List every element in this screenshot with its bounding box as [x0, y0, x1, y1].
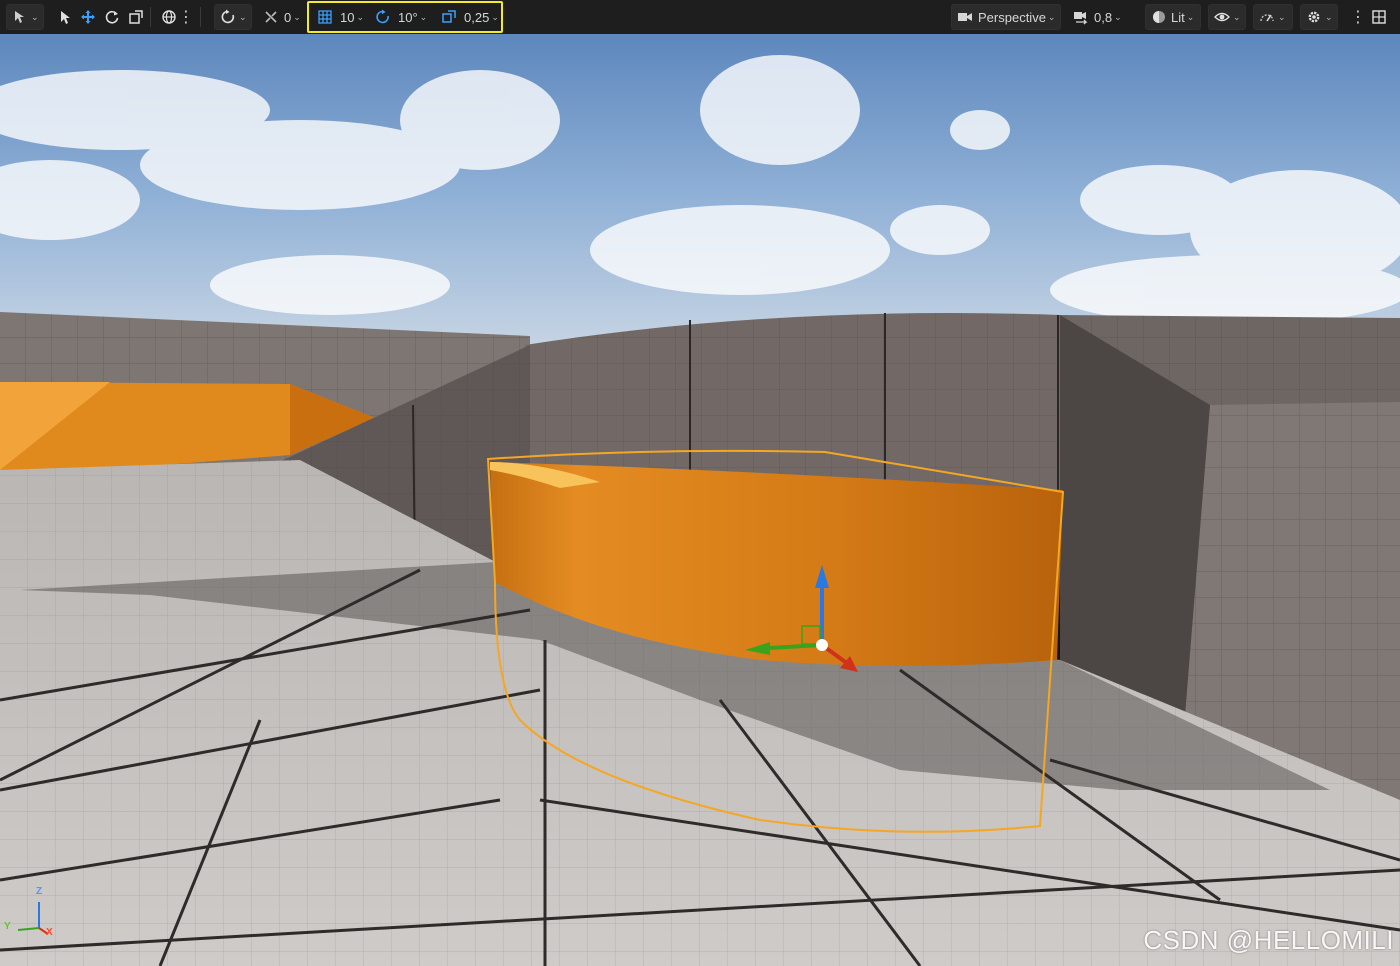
- rotation-snap-dropdown[interactable]: 10° ⌄: [370, 4, 431, 30]
- rotate-tool-button[interactable]: [99, 4, 125, 30]
- chevron-down-icon: ⌄: [1278, 11, 1286, 22]
- grid-snap-dropdown[interactable]: 10 ⌄: [312, 4, 368, 30]
- viewport-settings-dropdown[interactable]: ⌄: [1300, 4, 1338, 30]
- rotate-icon: [103, 8, 121, 26]
- grid-snap-icon: [316, 8, 334, 26]
- cursor-arrow-icon: [56, 8, 74, 26]
- axis-label-z: Z: [36, 886, 43, 897]
- chevron-down-icon: ⌄: [31, 11, 39, 22]
- chevron-down-icon: ⌄: [239, 11, 247, 22]
- chevron-down-icon: ⌄: [1233, 11, 1241, 22]
- view-mode-dropdown[interactable]: Perspective ⌄: [951, 4, 1061, 30]
- view-mode-label: Perspective: [978, 9, 1046, 25]
- level-viewport[interactable]: Z Y X CSDN @HELLOMILI: [0, 34, 1400, 966]
- gear-icon: [1305, 8, 1323, 26]
- transform-mode-dropdown[interactable]: ⌄: [214, 4, 252, 30]
- lighting-mode-dropdown[interactable]: Lit ⌄: [1145, 4, 1201, 30]
- watermark-text: CSDN @HELLOMILI: [1143, 925, 1394, 955]
- chevron-down-icon: ⌄: [1325, 11, 1333, 22]
- chevron-down-icon: ⌄: [491, 11, 499, 22]
- chevron-down-icon: ⌄: [1186, 11, 1195, 22]
- camera-speed-dropdown[interactable]: 0,8 ⌄: [1068, 4, 1126, 30]
- more-options-icon[interactable]: ⋮: [178, 4, 194, 30]
- select-mode-icon: [11, 8, 29, 26]
- axis-label-x: X: [46, 927, 53, 938]
- grid-snap-value: 10: [340, 9, 355, 25]
- chevron-down-icon: ⌄: [419, 11, 428, 22]
- world-axis-indicator: Z Y X: [4, 886, 54, 940]
- toolbar-divider: [150, 7, 151, 27]
- scale-snap-value: 0,25: [464, 9, 490, 25]
- layout-button[interactable]: [1366, 4, 1392, 30]
- surface-snap-icon: [262, 8, 280, 26]
- lighting-mode-label: Lit: [1171, 9, 1185, 25]
- chevron-down-icon: ⌄: [1114, 11, 1122, 22]
- rotation-snap-value: 10°: [398, 9, 418, 25]
- toolbar-divider: [200, 7, 201, 27]
- globe-icon: [160, 8, 178, 26]
- scene-render: [0, 34, 1400, 966]
- chevron-down-icon: ⌄: [1047, 11, 1056, 22]
- camera-speed-value: 0,8: [1094, 9, 1113, 25]
- more-options-icon[interactable]: ⋮: [1350, 4, 1366, 30]
- axis-label-y: Y: [4, 921, 11, 932]
- eye-icon: [1213, 8, 1231, 26]
- performance-dropdown[interactable]: ⌄: [1253, 4, 1293, 30]
- show-flags-dropdown[interactable]: ⌄: [1208, 4, 1246, 30]
- scale-icon: [127, 8, 145, 26]
- translate-tool-button[interactable]: [75, 4, 101, 30]
- lit-sphere-icon: [1150, 8, 1168, 26]
- scale-tool-button[interactable]: [123, 4, 149, 30]
- move-arrows-icon: [79, 8, 97, 26]
- scale-snap-dropdown[interactable]: 0,25 ⌄: [436, 4, 503, 30]
- rotation-snap-icon: [374, 8, 392, 26]
- chevron-down-icon: ⌄: [293, 11, 301, 22]
- transform-gizmo-icon: [219, 8, 237, 26]
- gauge-icon: [1258, 8, 1276, 26]
- select-mode-dropdown[interactable]: ⌄: [6, 4, 44, 30]
- layout-grid-icon: [1370, 8, 1388, 26]
- camera-speed-icon: [1072, 8, 1090, 26]
- surface-snap-dropdown[interactable]: 0 ⌄: [258, 4, 305, 30]
- scale-snap-icon: [440, 8, 458, 26]
- chevron-down-icon: ⌄: [356, 11, 365, 22]
- surface-snap-value: 0: [284, 9, 292, 25]
- viewport-toolbar: ⌄ ⋮ ⌄ 0 ⌄ 10 ⌄ 10° ⌄ 0,25 ⌄ Perspective …: [0, 0, 1400, 35]
- camera-icon: [956, 8, 974, 26]
